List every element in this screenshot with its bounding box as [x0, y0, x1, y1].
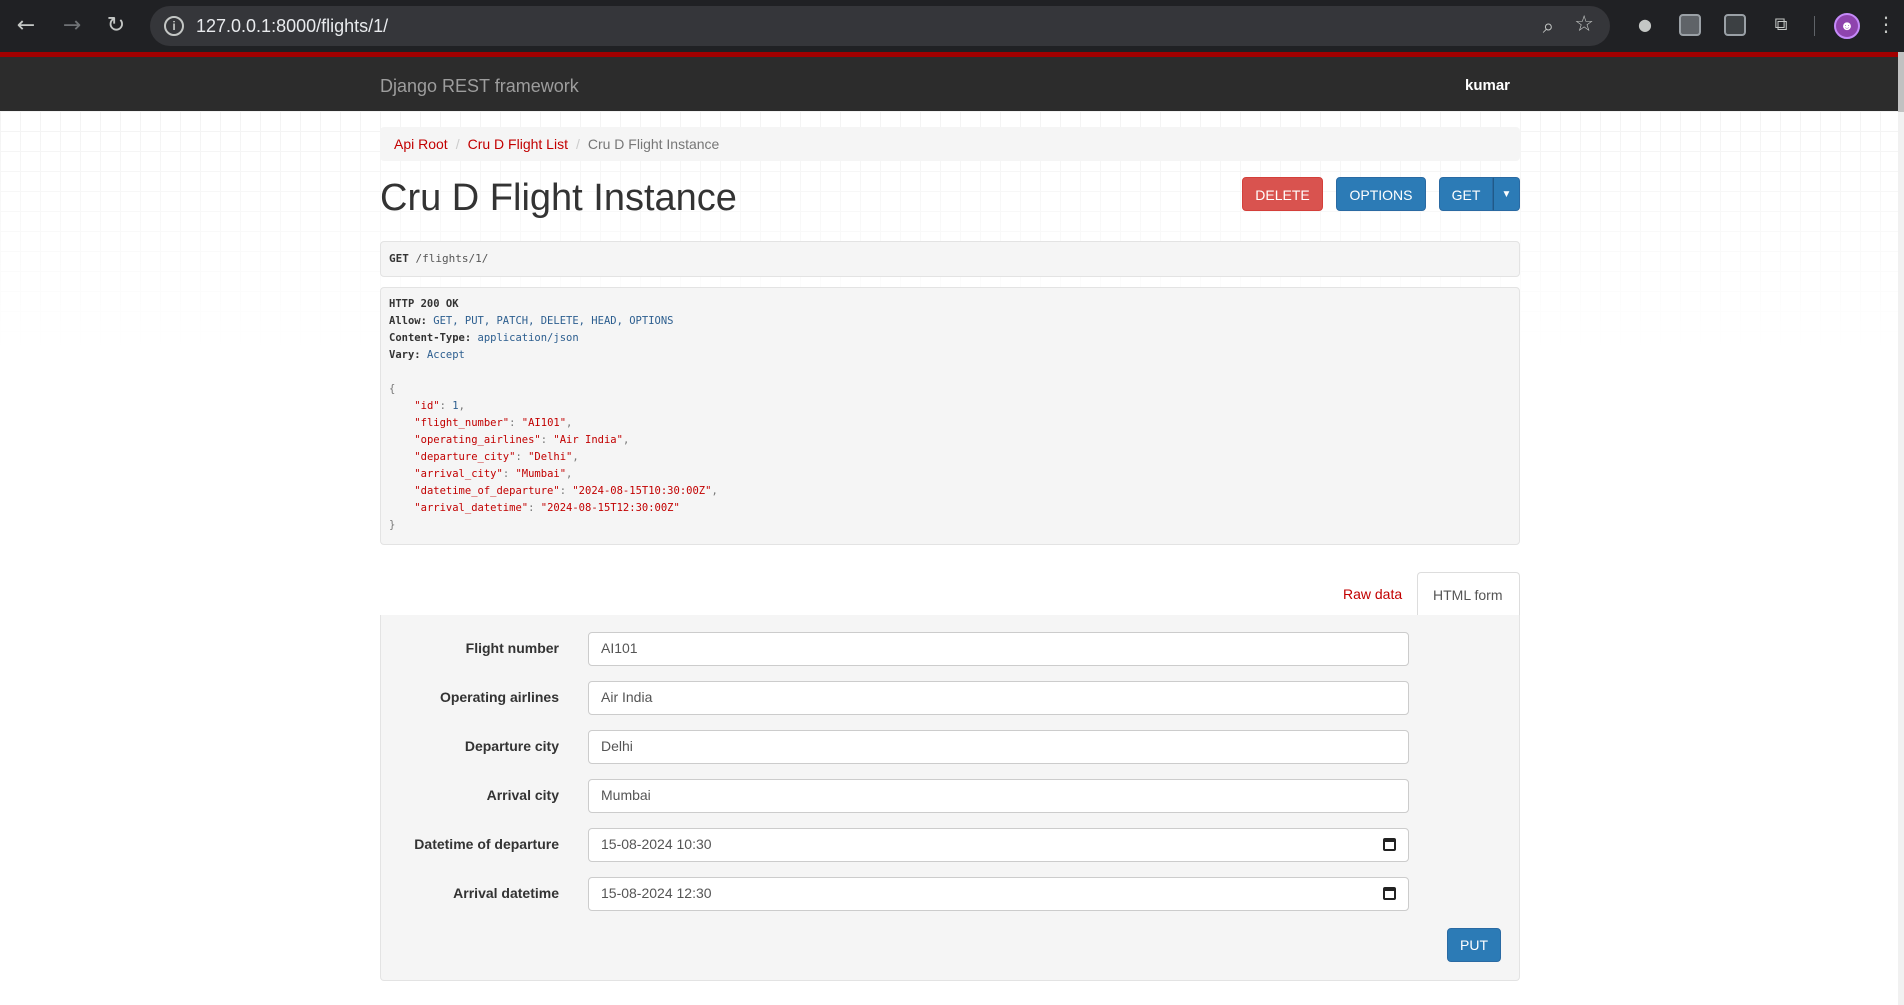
datetime-of-departure-label: Datetime of departure	[414, 836, 559, 852]
request-path: /flights/1/	[415, 252, 489, 265]
form-tabs: Raw data HTML form	[380, 572, 1520, 616]
breadcrumb-divider: /	[575, 136, 580, 152]
operating-airlines-label: Operating airlines	[439, 689, 559, 705]
departure-city-input[interactable]: Delhi	[588, 730, 1409, 764]
arrival-datetime-input[interactable]: 15-08-2024 12:30	[588, 877, 1409, 911]
top-navbar: Django REST framework kumar	[0, 57, 1898, 111]
content-type-key: Content-Type:	[389, 332, 472, 344]
vary-value: Accept	[426, 349, 465, 361]
datetime-of-departure-value: 15-08-2024 10:30	[601, 836, 712, 852]
extension-tab-icon[interactable]	[1724, 14, 1746, 36]
arrival-datetime-value: 15-08-2024 12:30	[601, 885, 712, 901]
arrival-city-label: Arrival city	[486, 787, 559, 803]
content-type-value: application/json	[477, 332, 579, 344]
site-info-icon[interactable]: i	[164, 16, 184, 36]
page-title: Cru D Flight Instance	[380, 177, 737, 219]
put-button[interactable]: PUT	[1447, 928, 1501, 962]
navbar-brand[interactable]: Django REST framework	[380, 76, 579, 97]
operating-airlines-input[interactable]: Air India	[588, 681, 1409, 715]
arrival-datetime-label: Arrival datetime	[453, 885, 559, 901]
json-flight-number: "AI101"	[521, 417, 567, 429]
page-scrollbar[interactable]	[1898, 52, 1904, 1005]
calendar-icon[interactable]	[1383, 887, 1396, 900]
bookmark-star-icon[interactable]: ☆	[1574, 12, 1594, 37]
response-info: HTTP 200 OK Allow: GET, PUT, PATCH, DELE…	[380, 287, 1520, 545]
json-datetime-of-departure: "2024-08-15T10:30:00Z"	[572, 485, 712, 497]
form-row-datetime-of-departure: Datetime of departure 15-08-2024 10:30	[381, 828, 1521, 862]
json-arrival-datetime: "2024-08-15T12:30:00Z"	[540, 502, 680, 514]
back-icon[interactable]: ←	[12, 12, 40, 40]
breadcrumb-api-root[interactable]: Api Root	[394, 136, 448, 152]
title-row: Cru D Flight Instance DELETE OPTIONS GET…	[380, 177, 1520, 237]
vary-key: Vary:	[389, 349, 421, 361]
extension-icon[interactable]: ●	[1634, 14, 1656, 36]
allow-header-value: GET, PUT, PATCH, DELETE, HEAD, OPTIONS	[433, 315, 674, 327]
request-method: GET	[389, 252, 409, 265]
scrollbar-thumb[interactable]	[1898, 52, 1904, 112]
form-row-operating-airlines: Operating airlines Air India	[381, 681, 1521, 715]
form-row-departure-city: Departure city Delhi	[381, 730, 1521, 764]
main-content: Api Root / Cru D Flight List / Cru D Flight …	[380, 127, 1520, 237]
browser-menu-icon[interactable]: ⋮	[1876, 12, 1896, 36]
response-status: HTTP 200 OK	[389, 298, 459, 310]
extension-puzzle-app-icon[interactable]	[1679, 14, 1701, 36]
get-button[interactable]: GET	[1439, 177, 1493, 211]
profile-avatar-icon[interactable]: ☻	[1834, 13, 1860, 39]
address-bar[interactable]: i 127.0.0.1:8000/flights/1/ ⌕ ☆	[150, 6, 1610, 46]
departure-city-label: Departure city	[464, 738, 559, 754]
form-row-flight-number: Flight number AI101	[381, 632, 1521, 666]
zoom-icon[interactable]: ⌕	[1543, 14, 1554, 38]
url-text[interactable]: 127.0.0.1:8000/flights/1/	[196, 16, 388, 37]
navbar-user[interactable]: kumar	[1465, 77, 1510, 94]
breadcrumb-current: Cru D Flight Instance	[587, 136, 720, 152]
flight-number-label: Flight number	[465, 640, 559, 656]
breadcrumb-flight-list[interactable]: Cru D Flight List	[468, 136, 568, 152]
forward-icon[interactable]: →	[58, 12, 86, 40]
toolbar-divider	[1814, 16, 1815, 36]
tab-html-form[interactable]: HTML form	[1417, 572, 1520, 616]
flight-number-input[interactable]: AI101	[588, 632, 1409, 666]
json-operating-airlines: "Air India"	[553, 434, 623, 446]
arrival-city-input[interactable]: Mumbai	[588, 779, 1409, 813]
tab-raw-data[interactable]: Raw data	[1328, 572, 1417, 616]
allow-header-key: Allow:	[389, 315, 427, 327]
datetime-of-departure-input[interactable]: 15-08-2024 10:30	[588, 828, 1409, 862]
options-button[interactable]: OPTIONS	[1336, 177, 1426, 211]
breadcrumb-divider: /	[455, 136, 460, 152]
json-arrival-city: "Mumbai"	[515, 468, 567, 480]
json-departure-city: "Delhi"	[528, 451, 573, 463]
browser-toolbar: ← → ↻ i 127.0.0.1:8000/flights/1/ ⌕ ☆ ● …	[0, 0, 1904, 52]
calendar-icon[interactable]	[1383, 838, 1396, 851]
breadcrumb: Api Root / Cru D Flight List / Cru D Flight …	[380, 127, 1520, 161]
form-row-arrival-city: Arrival city Mumbai	[381, 779, 1521, 813]
delete-button[interactable]: DELETE	[1242, 177, 1323, 211]
form-row-arrival-datetime: Arrival datetime 15-08-2024 12:30	[381, 877, 1521, 911]
extensions-puzzle-icon[interactable]: ⧉	[1770, 14, 1792, 36]
get-format-dropdown[interactable]: ▼	[1493, 177, 1520, 211]
request-info: GET /flights/1/	[380, 241, 1520, 277]
reload-icon[interactable]: ↻	[102, 12, 130, 40]
html-form: Flight number AI101 Operating airlines A…	[380, 615, 1520, 981]
caret-down-icon: ▼	[1501, 189, 1512, 200]
